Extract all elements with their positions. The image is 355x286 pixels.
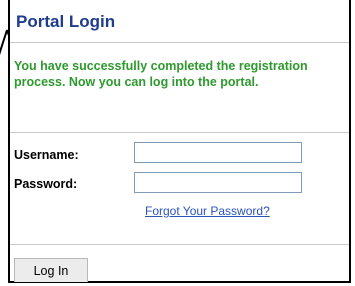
divider (10, 42, 349, 43)
divider (10, 244, 349, 245)
log-in-button[interactable]: Log In (14, 258, 88, 282)
divider (10, 132, 349, 133)
password-label: Password: (14, 177, 78, 191)
password-input[interactable] (134, 172, 302, 193)
forgot-password-link[interactable]: Forgot Your Password? (145, 204, 270, 218)
page-title: Portal Login (16, 12, 116, 31)
username-input[interactable] (134, 142, 302, 163)
username-label: Username: (14, 148, 79, 162)
login-panel: Portal Login You have successfully compl… (8, 0, 351, 283)
success-message: You have successfully completed the regi… (14, 59, 308, 89)
